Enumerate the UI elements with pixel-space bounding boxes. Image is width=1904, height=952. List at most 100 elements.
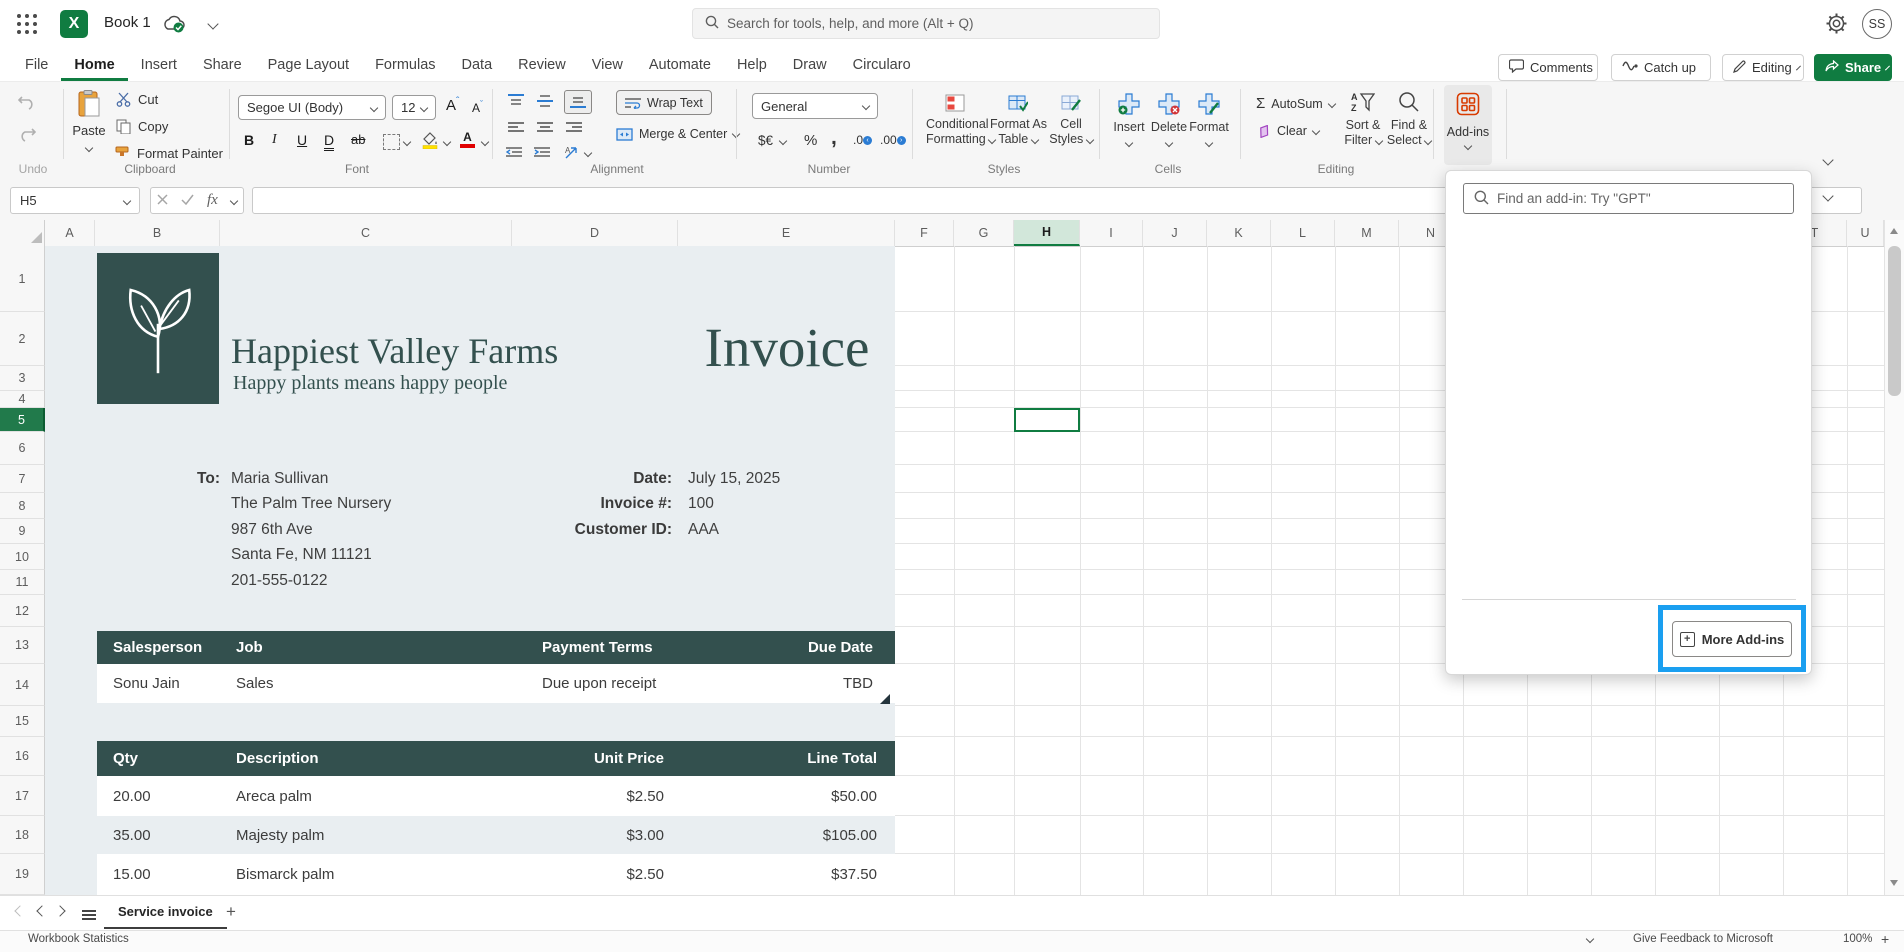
table-cell[interactable]: TBD (760, 675, 895, 692)
to-label[interactable]: To: (120, 470, 220, 488)
double-underline-button[interactable]: D (324, 132, 334, 151)
align-middle-button[interactable] (537, 94, 553, 113)
zoom-level[interactable]: 100% (1843, 933, 1872, 945)
fx-insert-function-button[interactable]: fx (207, 192, 218, 209)
column-header-K[interactable]: K (1207, 220, 1271, 246)
chevron-down-icon[interactable] (229, 196, 237, 204)
row-header-19[interactable]: 19 (0, 854, 45, 895)
table-cell[interactable]: Sonu Jain (97, 675, 220, 692)
menu-tab-file[interactable]: File (12, 48, 61, 81)
menu-tab-data[interactable]: Data (449, 48, 506, 81)
company-name[interactable]: Happiest Valley Farms (231, 330, 558, 372)
scrollbar-thumb[interactable] (1888, 246, 1901, 396)
redo-button[interactable] (18, 126, 36, 142)
table-cell[interactable]: Sales (220, 675, 512, 692)
workbook-title[interactable]: Book 1 (104, 14, 151, 31)
feedback-link[interactable]: Give Feedback to Microsoft (1633, 933, 1773, 945)
autosum-button[interactable]: Σ AutoSum (1256, 95, 1335, 112)
row-header-18[interactable]: 18 (0, 816, 45, 854)
number-format-select[interactable]: General (752, 93, 878, 119)
table-cell[interactable]: Due upon receipt (512, 675, 760, 692)
table-cell[interactable]: $105.00 (678, 827, 895, 844)
row-header-12[interactable]: 12 (0, 595, 45, 627)
clear-button[interactable]: Clear (1256, 124, 1319, 138)
column-header-B[interactable]: B (95, 220, 220, 246)
column-header-F[interactable]: F (895, 220, 954, 246)
decrease-indent-button[interactable] (506, 146, 524, 164)
table-cell[interactable]: $50.00 (678, 788, 895, 805)
menu-tab-share[interactable]: Share (190, 48, 255, 81)
workbook-statistics-button[interactable]: Workbook Statistics (28, 933, 129, 945)
column-header-E[interactable]: E (678, 220, 895, 246)
merge-center-button[interactable]: Merge & Center (616, 127, 739, 141)
find-select-button[interactable]: Find & Select (1386, 91, 1432, 148)
align-right-button[interactable] (566, 121, 582, 139)
insert-cells-button[interactable]: Insert (1108, 93, 1150, 150)
all-sheets-menu-icon[interactable] (82, 910, 96, 920)
font-name-select[interactable]: Segoe UI (Body) (238, 95, 386, 120)
share-button[interactable]: Share (1814, 54, 1892, 81)
row-header-3[interactable]: 3 (0, 366, 45, 391)
cloud-saved-icon[interactable] (162, 15, 186, 38)
cut-button[interactable]: Cut (116, 92, 158, 107)
format-as-table-button[interactable]: Format As Table (990, 94, 1046, 147)
increase-decimal-button[interactable]: .00› (880, 133, 906, 147)
table-row[interactable]: 35.00Majesty palm$3.00$105.00 (97, 816, 895, 854)
company-tagline[interactable]: Happy plants means happy people (233, 372, 507, 395)
table-cell[interactable]: Majesty palm (220, 827, 512, 844)
row-header-16[interactable]: 16 (0, 737, 45, 776)
select-all-corner[interactable] (0, 220, 45, 246)
invoice-title[interactable]: Invoice (692, 316, 882, 379)
cancel-entry-icon[interactable] (157, 192, 168, 210)
table-cell[interactable]: $2.50 (512, 866, 678, 883)
settings-gear-icon[interactable] (1826, 13, 1847, 39)
column-header-D[interactable]: D (512, 220, 678, 246)
percent-style-button[interactable]: % (804, 132, 817, 149)
comments-button[interactable]: Comments (1498, 54, 1598, 81)
table-cell[interactable]: 20.00 (97, 788, 220, 805)
column-header-H[interactable]: H (1014, 220, 1080, 246)
add-ins-button[interactable]: Add-ins (1444, 85, 1492, 165)
shrink-font-button[interactable]: Aˇ (472, 99, 483, 115)
sheet-tab-service-invoice[interactable]: Service invoice (104, 895, 227, 929)
scroll-up-icon[interactable] (1890, 228, 1898, 234)
selected-cell-outline[interactable] (1014, 408, 1080, 432)
align-center-button[interactable] (537, 121, 553, 139)
table-row[interactable]: 20.00Areca palm$2.50$50.00 (97, 776, 895, 816)
column-header-I[interactable]: I (1080, 220, 1143, 246)
row-header-10[interactable]: 10 (0, 544, 45, 570)
menu-tab-draw[interactable]: Draw (780, 48, 840, 81)
underline-button[interactable]: U (297, 132, 307, 148)
paste-button[interactable]: Paste (66, 90, 112, 156)
menu-tab-circularo[interactable]: Circularo (840, 48, 924, 81)
catch-up-button[interactable]: Catch up (1611, 54, 1711, 81)
align-left-button[interactable] (508, 121, 524, 139)
scroll-down-icon[interactable] (1890, 880, 1898, 886)
table-cell[interactable]: Areca palm (220, 788, 512, 805)
account-avatar[interactable]: SS (1862, 9, 1892, 39)
wrap-text-button[interactable]: Wrap Text (616, 90, 712, 115)
copy-button[interactable]: Copy (116, 119, 168, 134)
delete-cells-button[interactable]: Delete (1148, 93, 1190, 150)
bold-button[interactable]: B (244, 132, 254, 148)
add-sheet-button[interactable]: + (226, 902, 236, 922)
add-in-search-input[interactable]: Find an add-in: Try "GPT" (1463, 183, 1794, 214)
row-header-13[interactable]: 13 (0, 627, 45, 664)
menu-tab-help[interactable]: Help (724, 48, 780, 81)
column-header-M[interactable]: M (1335, 220, 1399, 246)
italic-button[interactable]: I (272, 132, 277, 148)
increase-indent-button[interactable] (534, 146, 552, 164)
format-painter-button[interactable]: Format Painter (114, 146, 223, 161)
zoom-in-button[interactable]: + (1881, 931, 1889, 947)
column-header-G[interactable]: G (954, 220, 1014, 246)
global-search-input[interactable]: Search for tools, help, and more (Alt + … (692, 8, 1160, 39)
row-header-11[interactable]: 11 (0, 570, 45, 595)
column-header-U[interactable]: U (1847, 220, 1884, 246)
row-header-4[interactable]: 4 (0, 391, 45, 408)
font-color-button[interactable]: A (460, 131, 475, 148)
column-header-L[interactable]: L (1271, 220, 1335, 246)
table-row[interactable]: 15.00Bismarck palm$2.50$37.50 (97, 854, 895, 895)
menu-tab-formulas[interactable]: Formulas (362, 48, 448, 81)
table-row[interactable]: Sonu JainSalesDue upon receiptTBD (97, 664, 895, 703)
menu-tab-review[interactable]: Review (505, 48, 579, 81)
